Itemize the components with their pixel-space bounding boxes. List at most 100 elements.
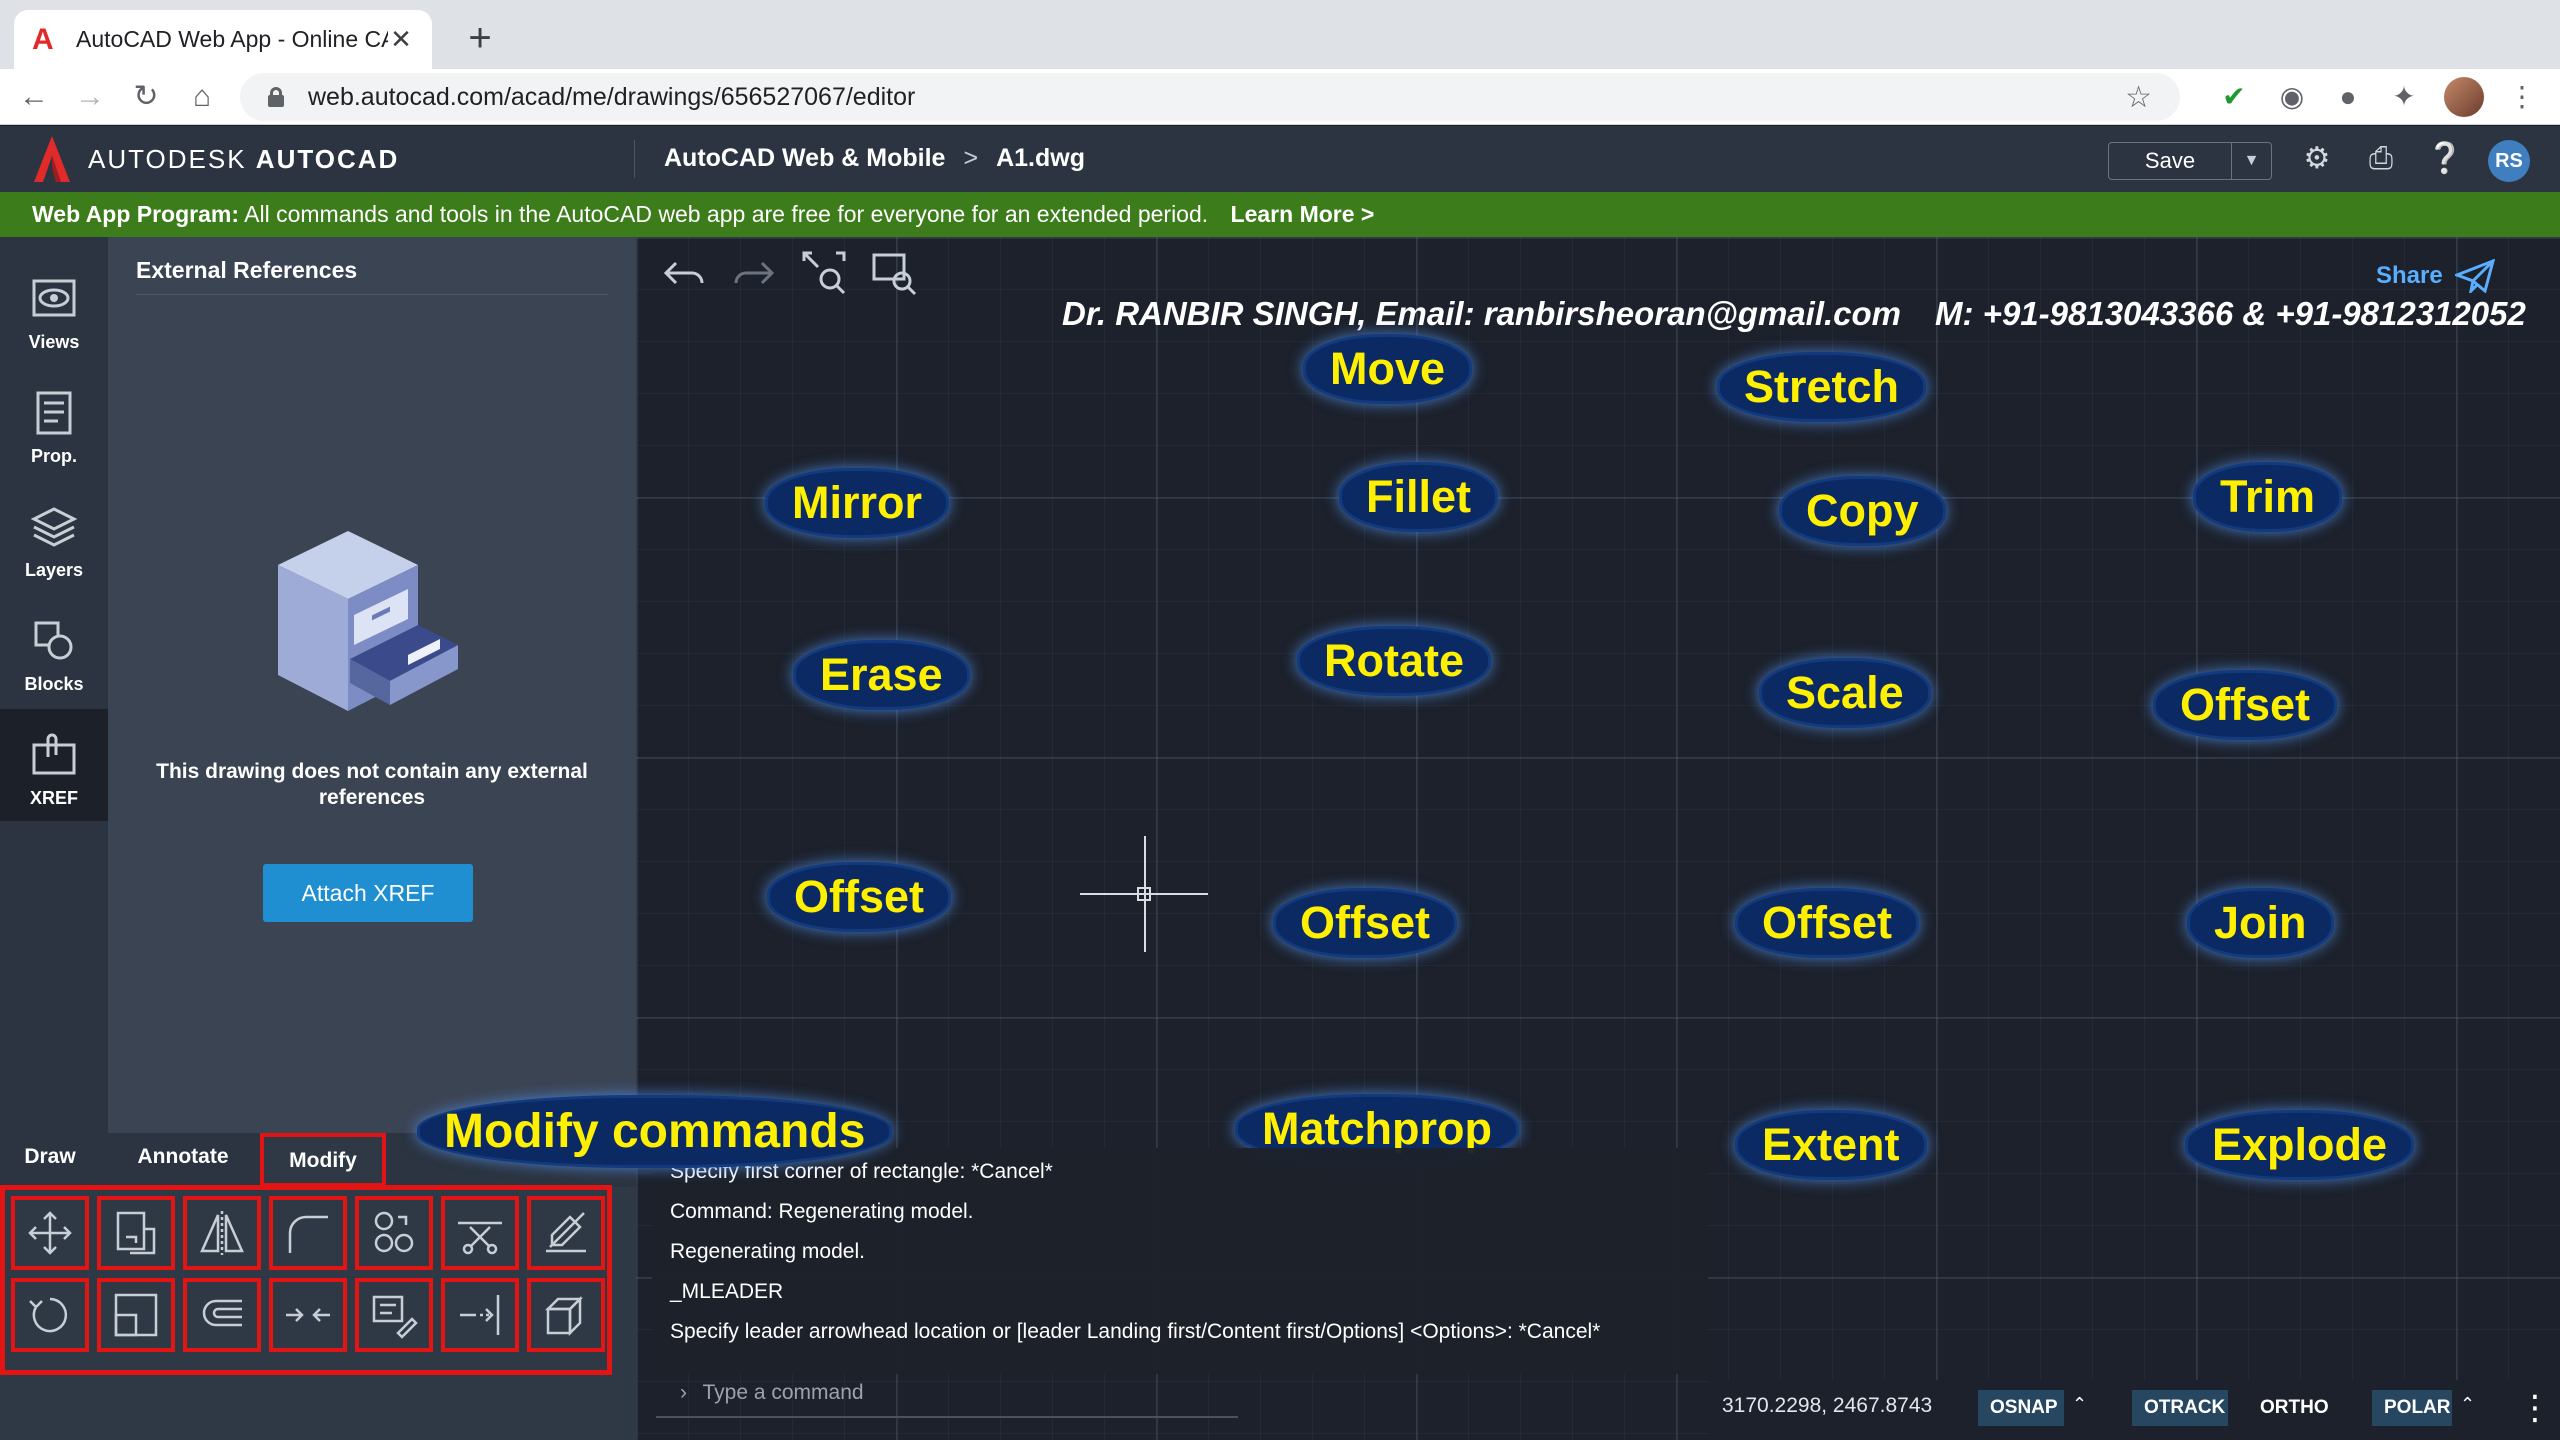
tool-palette: Draw Annotate Modify <box>0 1133 636 1440</box>
rail-label-layers: Layers <box>24 560 84 580</box>
share-button[interactable]: Share <box>2376 259 2495 293</box>
move-icon <box>28 1211 72 1255</box>
breadcrumb-app[interactable]: AutoCAD Web & Mobile <box>664 144 945 173</box>
command-history-line: Specify leader arrowhead location or [le… <box>670 1320 1601 1343</box>
rotate-tool-button[interactable] <box>11 1278 89 1352</box>
command-history-line: Specify first corner of rectangle: *Canc… <box>670 1160 1053 1183</box>
polar-options-chevron-icon[interactable]: ⌃ <box>2460 1394 2475 1415</box>
back-icon[interactable]: ← <box>14 77 54 117</box>
properties-icon <box>36 391 72 435</box>
osnap-options-chevron-icon[interactable]: ⌃ <box>2072 1394 2087 1415</box>
polar-toggle[interactable]: POLAR <box>2372 1390 2452 1426</box>
tab-annotate[interactable]: Annotate <box>120 1133 246 1187</box>
label-mirror: Mirror <box>768 471 947 535</box>
label-stretch: Stretch <box>1720 355 1924 419</box>
matchprop-tool-button[interactable] <box>355 1278 433 1352</box>
mirror-tool-button[interactable] <box>183 1196 261 1270</box>
url-text: web.autocad.com/acad/me/drawings/6565270… <box>308 82 916 111</box>
xref-icon <box>32 733 76 775</box>
attach-xref-button[interactable]: Attach XREF <box>263 864 473 922</box>
empty-xref-message: This drawing does not contain any extern… <box>156 760 588 809</box>
tab-modify[interactable]: Modify <box>260 1133 386 1187</box>
bookmark-star-icon[interactable]: ☆ <box>2125 80 2152 115</box>
extend-tool-button[interactable] <box>441 1278 519 1352</box>
forward-icon[interactable]: → <box>70 77 110 117</box>
osnap-toggle[interactable]: OSNAP <box>1978 1390 2064 1426</box>
zoom-extents-icon[interactable] <box>800 249 848 297</box>
app-header: AUTODESK AUTOCAD AutoCAD Web & Mobile > … <box>0 126 2560 192</box>
autodesk-logo-icon <box>34 136 70 182</box>
rail-item-layers[interactable]: Layers <box>0 481 108 593</box>
erase-tool-button[interactable] <box>527 1196 605 1270</box>
rail-label-xref: XREF <box>29 788 78 808</box>
status-more-icon[interactable]: ⋮ <box>2518 1388 2552 1428</box>
rail-item-blocks[interactable]: Blocks <box>0 595 108 707</box>
save-dropdown-chevron-icon[interactable]: ▼ <box>2232 142 2272 180</box>
user-avatar[interactable]: RS <box>2488 140 2530 182</box>
mirror-icon <box>200 1211 244 1255</box>
explode-icon <box>544 1295 584 1337</box>
command-placeholder: Type a command <box>702 1381 864 1404</box>
zoom-window-icon[interactable] <box>870 249 918 297</box>
label-trim: Trim <box>2196 465 2340 529</box>
cursor-coordinates: 3170.2298, 2467.8743 <box>1722 1394 1933 1417</box>
rotate-icon <box>29 1297 68 1333</box>
label-move: Move <box>1306 337 1470 401</box>
reload-icon[interactable]: ↻ <box>126 77 166 117</box>
scale-tool-button[interactable] <box>97 1278 175 1352</box>
command-history-line: Regenerating model. <box>670 1240 865 1263</box>
ortho-toggle[interactable]: ORTHO <box>2248 1390 2332 1426</box>
undo-icon[interactable] <box>660 249 708 297</box>
browser-address-bar: ← → ↻ ⌂ web.autocad.com/acad/me/drawings… <box>0 69 2560 125</box>
copy-tool-button[interactable] <box>97 1196 175 1270</box>
join-tool-button[interactable] <box>269 1278 347 1352</box>
command-prompt-chevron-icon: › <box>680 1381 687 1404</box>
tab-close-icon[interactable]: ✕ <box>388 24 414 55</box>
learn-more-link[interactable]: Learn More > <box>1231 201 1375 227</box>
array-tool-button[interactable] <box>355 1196 433 1270</box>
fillet-icon <box>288 1215 328 1253</box>
share-label: Share <box>2376 262 2443 289</box>
label-modify-commands: Modify commands <box>420 1098 890 1165</box>
puzzle-extensions-icon[interactable]: ✦ <box>2384 77 2424 117</box>
settings-gear-icon[interactable]: ⚙ <box>2296 138 2338 180</box>
checkmark-extension-icon[interactable]: ✔ <box>2214 77 2254 117</box>
home-icon[interactable]: ⌂ <box>182 77 222 117</box>
rail-item-properties[interactable]: Prop. <box>0 367 108 479</box>
tab-draw[interactable]: Draw <box>0 1133 100 1187</box>
rail-item-xref[interactable]: XREF <box>0 709 108 821</box>
browser-profile-avatar[interactable] <box>2444 77 2484 117</box>
paper-plane-icon <box>2454 259 2495 293</box>
browser-tab[interactable]: A AutoCAD Web App - Online CA ✕ <box>14 10 432 69</box>
extension-icon[interactable]: ● <box>2328 77 2368 117</box>
help-icon[interactable]: ❔ <box>2424 138 2466 180</box>
command-history: Specify first corner of rectangle: *Canc… <box>652 1148 1708 1374</box>
label-explode: Explode <box>2188 1113 2412 1177</box>
redo-icon[interactable] <box>730 249 778 297</box>
rail-item-views[interactable]: Views <box>0 253 108 365</box>
label-offset-b: Offset <box>770 865 949 929</box>
save-button[interactable]: Save <box>2108 142 2232 180</box>
otrack-toggle[interactable]: OTRACK <box>2132 1390 2228 1426</box>
blocks-icon <box>34 621 73 660</box>
label-erase: Erase <box>796 643 967 707</box>
print-icon[interactable]: ⎙ <box>2360 138 2402 180</box>
array-icon <box>374 1211 414 1253</box>
shield-extension-icon[interactable]: ◉ <box>2272 77 2312 117</box>
command-input[interactable]: › Type a command <box>656 1368 1238 1418</box>
offset-icon <box>202 1299 242 1327</box>
erase-icon <box>546 1212 586 1253</box>
explode-tool-button[interactable] <box>527 1278 605 1352</box>
browser-menu-icon[interactable]: ⋮ <box>2502 77 2542 117</box>
label-scale: Scale <box>1762 661 1928 725</box>
move-tool-button[interactable] <box>11 1196 89 1270</box>
brand-wordmark: AUTODESK AUTOCAD <box>88 144 399 175</box>
url-field[interactable]: web.autocad.com/acad/me/drawings/6565270… <box>240 73 2180 121</box>
offset-tool-button[interactable] <box>183 1278 261 1352</box>
fillet-tool-button[interactable] <box>269 1196 347 1270</box>
new-tab-button[interactable]: + <box>460 18 500 58</box>
author-name-email: Dr. RANBIR SINGH, Email: ranbirsheoran@g… <box>1062 295 1902 332</box>
author-credit: Dr. RANBIR SINGH, Email: ranbirsheoran@g… <box>1062 295 2526 333</box>
banner-lead: Web App Program: <box>32 201 240 227</box>
trim-tool-button[interactable] <box>441 1196 519 1270</box>
